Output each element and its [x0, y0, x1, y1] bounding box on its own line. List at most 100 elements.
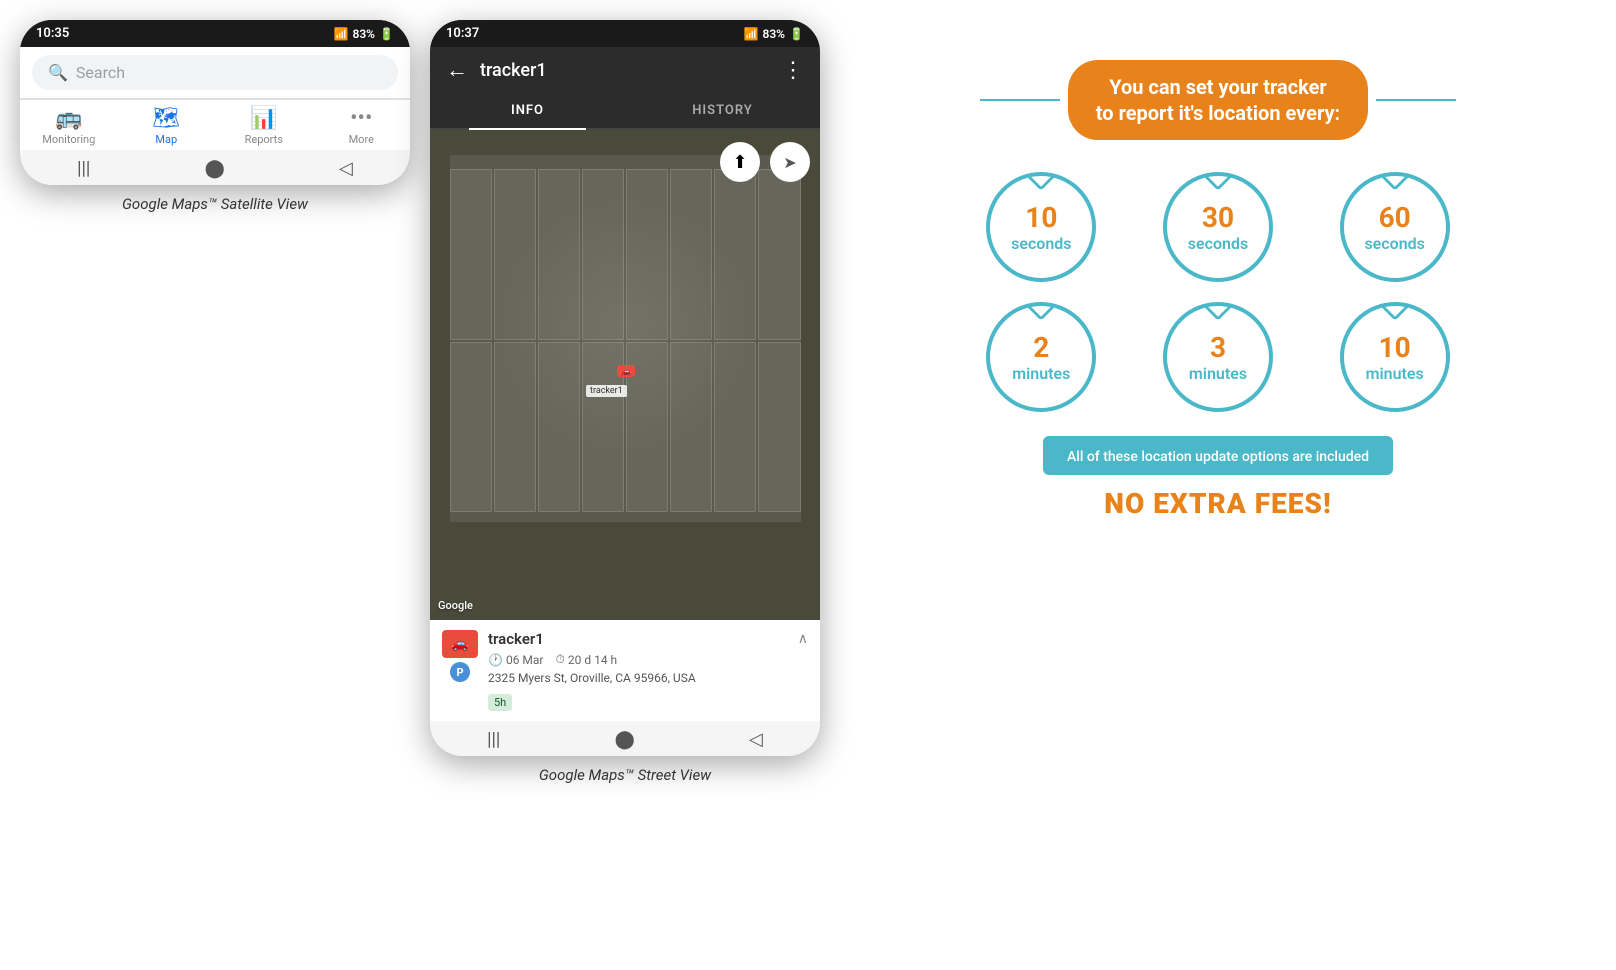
phone2-tracker-label: tracker1 [586, 385, 627, 397]
home-bar-back[interactable]: ||| [77, 158, 90, 179]
tab-history[interactable]: HISTORY [625, 93, 820, 128]
phone2-time: 10:37 [446, 26, 479, 41]
reports-label: Reports [245, 133, 283, 146]
tab-info[interactable]: INFO [430, 93, 625, 128]
circle-text-10min: 10 minutes [1366, 331, 1424, 384]
nav-reports[interactable]: 📊 Reports [215, 106, 313, 146]
more-options-button[interactable]: ⋮ [782, 58, 804, 83]
parking-space [494, 342, 536, 513]
phone1-wrapper: 10:35 📶 83% 🔋 🔍 Search ⬆ [20, 20, 410, 213]
phone1-search-inner[interactable]: 🔍 Search [32, 55, 398, 90]
home-bar-back2[interactable]: ||| [487, 729, 500, 750]
search-icon: 🔍 [48, 63, 68, 82]
parking-space [626, 169, 668, 340]
circle-10sec: 10 seconds [968, 172, 1115, 282]
circle-text-30sec: 30 seconds [1188, 201, 1248, 254]
monitoring-icon: 🚌 [55, 106, 82, 131]
circle-ring-2min: 2 minutes [986, 302, 1096, 412]
phone2-battery: 83% [762, 27, 785, 41]
parking-space [758, 169, 800, 340]
parking-space [450, 169, 492, 340]
phone2-battery-icon: 🔋 [789, 27, 804, 41]
phone2-compass[interactable]: ⬆ [720, 142, 760, 182]
home-bar-home2[interactable]: ⬤ [615, 729, 635, 750]
no-fees-banner-text: All of these location update options are… [1067, 449, 1369, 465]
nav-monitoring[interactable]: 🚌 Monitoring [20, 106, 118, 146]
phone2-status-bar: 10:37 📶 83% 🔋 [430, 20, 820, 47]
phone2-home-bar: ||| ⬤ ◁ [430, 721, 820, 756]
tracker-collapse-icon[interactable]: ∧ [798, 631, 808, 647]
phone1-home-bar: ||| ⬤ ◁ [20, 150, 410, 185]
nav-more[interactable]: ••• More [313, 106, 411, 146]
circle-60sec: 60 seconds [1321, 172, 1468, 282]
clock-icon: 🕐 [488, 653, 503, 667]
monitoring-label: Monitoring [42, 133, 95, 146]
parking-space [538, 169, 580, 340]
phone1-search-placeholder[interactable]: Search [76, 63, 125, 82]
phone1-wifi-icon: 📶 [334, 27, 349, 41]
home-bar-recent[interactable]: ◁ [339, 158, 353, 179]
phone2-google-logo: Google [438, 599, 473, 612]
parking-space [758, 342, 800, 513]
map-icon: 🗺 [152, 106, 180, 131]
back-button[interactable]: ← [446, 57, 468, 83]
phone1-screen: 🔍 Search ⬆ ➤ 🚗 iTrack1TE BOLD (0177) [20, 47, 410, 185]
phone1-time: 10:35 [36, 26, 69, 41]
home-bar-recent2[interactable]: ◁ [749, 729, 763, 750]
circle-text-10sec: 10 seconds [1011, 201, 1071, 254]
phone2-wifi-icon: 📶 [744, 27, 759, 41]
no-extra-fees-text: NO EXTRA FEES! [1104, 487, 1331, 520]
phone1-battery-icon: 🔋 [379, 27, 394, 41]
home-bar-home[interactable]: ⬤ [205, 158, 225, 179]
circle-3min: 3 minutes [1145, 302, 1292, 412]
circle-ring-30sec: 30 seconds [1163, 172, 1273, 282]
tracker-header-title: tracker1 [480, 60, 770, 81]
tracker-duration: ⏱ 20 d 14 h [556, 652, 618, 667]
reports-icon: 📊 [250, 106, 277, 131]
circle-ring-60sec: 60 seconds [1340, 172, 1450, 282]
phone2-car-pin: 🚗 [617, 365, 635, 377]
info-panel: You can set your tracker to report it's … [840, 20, 1596, 560]
phone2-map[interactable]: 🚗 tracker1 ⬆ ➤ Google [430, 130, 820, 620]
circle-ring-3min: 3 minutes [1163, 302, 1273, 412]
circle-ring-10sec: 10 seconds [986, 172, 1096, 282]
info-title-text: You can set your tracker to report it's … [1096, 74, 1340, 126]
circles-grid: 10 seconds 30 seconds 60 seconds [968, 172, 1468, 412]
tracker-tabs: INFO HISTORY [430, 93, 820, 130]
info-title-box: You can set your tracker to report it's … [1068, 60, 1368, 140]
tracker-name-text: tracker1 [488, 630, 544, 648]
circle-30sec: 30 seconds [1145, 172, 1292, 282]
tracker-address: 2325 Myers St, Oroville, CA 95966, USA [488, 671, 808, 685]
parking-space [450, 342, 492, 513]
parking-space [670, 169, 712, 340]
tracker-tag: 5h [488, 694, 512, 711]
tracker-info-details: tracker1 ∧ 🕐 06 Mar ⏱ 20 d 14 h [488, 630, 808, 711]
phone2-mockup: 10:37 📶 83% 🔋 ← tracker1 ⋮ INFO HISTORY [430, 20, 820, 756]
location-icon: ➤ [783, 153, 796, 172]
timer-icon: ⏱ [556, 652, 565, 667]
parking-space [714, 342, 756, 513]
map-label: Map [155, 133, 177, 146]
phone2-location-button[interactable]: ➤ [770, 142, 810, 182]
parking-space [538, 342, 580, 513]
compass-icon: ⬆ [732, 152, 747, 173]
phone1-search-bar: 🔍 Search [20, 47, 410, 99]
nav-map[interactable]: 🗺 Map [118, 106, 216, 146]
more-icon: ••• [350, 106, 372, 131]
tracker-icon-area: 🚗 P [442, 630, 478, 682]
no-fees-banner: All of these location update options are… [1043, 436, 1393, 475]
parking-lines [450, 169, 801, 512]
phone2-wrapper: 10:37 📶 83% 🔋 ← tracker1 ⋮ INFO HISTORY [430, 20, 820, 784]
circle-10min: 10 minutes [1321, 302, 1468, 412]
phone1-nav-bar: 🚌 Monitoring 🗺 Map 📊 Reports ••• More [20, 99, 410, 150]
circle-text-3min: 3 minutes [1189, 331, 1247, 384]
tracker-car-thumb: 🚗 [442, 630, 478, 658]
circle-text-60sec: 60 seconds [1364, 201, 1424, 254]
tracker-info-row: 🚗 P tracker1 ∧ 🕐 06 Mar [442, 630, 808, 711]
phone1-caption: Google Maps™ Satellite View [122, 195, 308, 213]
circle-2min: 2 minutes [968, 302, 1115, 412]
tracker-header: ← tracker1 ⋮ [430, 47, 820, 93]
phone1-battery: 83% [352, 27, 375, 41]
circle-ring-10min: 10 minutes [1340, 302, 1450, 412]
phone1-mockup: 10:35 📶 83% 🔋 🔍 Search ⬆ [20, 20, 410, 185]
